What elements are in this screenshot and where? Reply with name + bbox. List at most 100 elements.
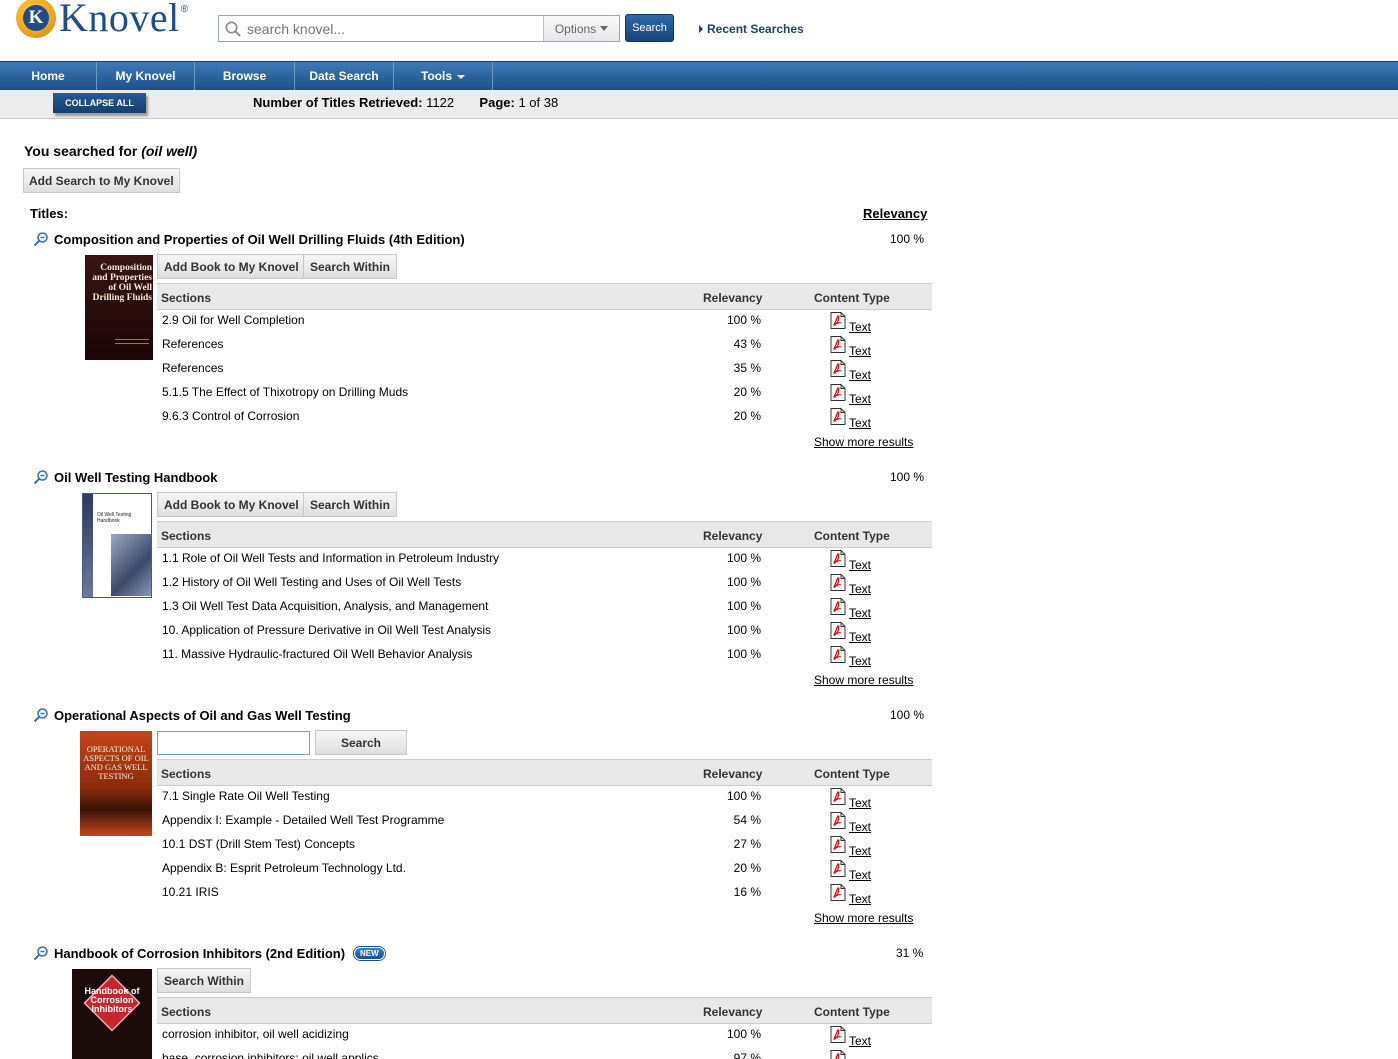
content-type-link[interactable]: Text: [830, 646, 871, 668]
section-relevancy: 20 %: [733, 409, 761, 423]
section-title[interactable]: 11. Massive Hydraulic-fractured Oil Well…: [162, 647, 472, 661]
section-title[interactable]: References: [162, 337, 223, 351]
show-more-results-link[interactable]: Show more results: [814, 435, 913, 449]
section-title[interactable]: Appendix B: Esprit Petroleum Technology …: [162, 861, 406, 875]
logo-text: Knovel: [59, 0, 180, 40]
section-title[interactable]: 10.21 IRIS: [162, 885, 219, 899]
section-title[interactable]: 10.1 DST (Drill Stem Test) Concepts: [162, 837, 355, 851]
col-sections: Sections: [161, 1005, 212, 1019]
zoom-icon[interactable]: [33, 945, 49, 961]
section-title[interactable]: 1.1 Role of Oil Well Tests and Informati…: [162, 551, 499, 565]
zoom-icon[interactable]: [33, 469, 49, 485]
recent-searches-link[interactable]: Recent Searches: [699, 22, 804, 36]
search-query: (oil well): [141, 143, 198, 159]
table-row: 1.2 History of Oil Well Testing and Uses…: [157, 572, 932, 596]
table-row: 1.3 Oil Well Test Data Acquisition, Anal…: [157, 596, 932, 620]
nav-home[interactable]: Home: [0, 62, 97, 90]
collapse-all-button[interactable]: COLLAPSE ALL: [53, 93, 146, 113]
section-relevancy: 16 %: [733, 885, 761, 899]
content-type-link[interactable]: Text: [830, 312, 871, 334]
table-row: 5.1.5 The Effect of Thixotropy on Drilli…: [157, 382, 932, 406]
content-type-link[interactable]: Text: [830, 550, 871, 572]
section-title[interactable]: 2.9 Oil for Well Completion: [162, 313, 305, 327]
book-cover[interactable]: Composition and Properties of Oil Well D…: [85, 255, 153, 360]
book-cover[interactable]: OPERATIONAL ASPECTS OF OIL AND GAS WELL …: [80, 731, 152, 836]
results-toolbar: COLLAPSE ALL Number of Titles Retrieved:…: [0, 90, 1398, 119]
table-row: Appendix B: Esprit Petroleum Technology …: [157, 858, 932, 882]
nav-tools-label: Tools: [420, 69, 453, 83]
logo-k-icon: K: [16, 0, 56, 38]
nav-data-search[interactable]: Data Search: [295, 62, 394, 90]
sections-table: Sections Relevancy Content Type corrosio…: [157, 997, 932, 1059]
book-cover[interactable]: Oil Well Testing Handbook: [82, 493, 152, 598]
add-book-to-my-knovel-button[interactable]: Add Book to My Knovel: [157, 254, 306, 279]
section-title[interactable]: 7.1 Single Rate Oil Well Testing: [162, 789, 330, 803]
search-input[interactable]: [247, 16, 543, 41]
table-row: References 35 % Text: [157, 358, 932, 382]
search-within-button[interactable]: Search Within: [303, 254, 397, 279]
add-book-to-my-knovel-button[interactable]: Add Book to My Knovel: [157, 492, 306, 517]
section-title[interactable]: 1.3 Oil Well Test Data Acquisition, Anal…: [162, 599, 488, 613]
pdf-icon: [830, 622, 846, 639]
content-type-link[interactable]: Text: [830, 384, 871, 406]
content-type-link[interactable]: Text: [830, 360, 871, 382]
sections-table-header: Sections Relevancy Content Type: [157, 283, 932, 310]
nav-browse[interactable]: Browse: [195, 62, 295, 90]
table-row: 10.1 DST (Drill Stem Test) Concepts 27 % T…: [157, 834, 932, 858]
pdf-icon: [830, 550, 846, 567]
sections-table: Sections Relevancy Content Type 1.1 Role…: [157, 521, 932, 668]
table-row: base, corrosion inhibitors: oil well app…: [157, 1048, 932, 1059]
content-type-link[interactable]: Text: [830, 574, 871, 596]
nav-tools[interactable]: Tools: [394, 62, 493, 90]
content-type-link[interactable]: Text: [830, 1026, 871, 1048]
content-type-link[interactable]: Text: [830, 788, 871, 810]
section-title[interactable]: References: [162, 361, 223, 375]
content-type-link[interactable]: Text: [830, 836, 871, 858]
content-type-link[interactable]: Text: [830, 622, 871, 644]
book-result: Oil Well Testing Handbook 100 % Oil Well…: [0, 469, 940, 699]
knovel-logo[interactable]: K Knovel ®: [16, 0, 188, 40]
content-type-link[interactable]: Text: [830, 598, 871, 620]
relevancy-sort-link[interactable]: Relevancy: [863, 206, 927, 221]
content-type-link[interactable]: Text: [830, 812, 871, 834]
options-dropdown[interactable]: Options: [543, 16, 619, 41]
pdf-icon: [830, 384, 846, 401]
col-sections: Sections: [161, 529, 212, 543]
content-type-link[interactable]: Text: [830, 408, 871, 430]
show-more-results-link[interactable]: Show more results: [814, 911, 913, 925]
section-title[interactable]: Appendix I: Example - Detailed Well Test…: [162, 813, 444, 827]
section-title[interactable]: 9.6.3 Control of Corrosion: [162, 409, 299, 423]
sections-table: Sections Relevancy Content Type 7.1 Sing…: [157, 759, 932, 906]
section-relevancy: 43 %: [733, 337, 761, 351]
search-within-button[interactable]: Search Within: [157, 968, 251, 993]
content-type-link[interactable]: Text: [830, 336, 871, 358]
section-title[interactable]: 1.2 History of Oil Well Testing and Uses…: [162, 575, 461, 589]
nav-my-knovel[interactable]: My Knovel: [97, 62, 195, 90]
search-within-input[interactable]: [157, 731, 310, 755]
section-title[interactable]: 5.1.5 The Effect of Thixotropy on Drilli…: [162, 385, 408, 399]
search-button[interactable]: Search: [625, 14, 674, 42]
show-more-results-link[interactable]: Show more results: [814, 673, 913, 687]
book-title[interactable]: Oil Well Testing Handbook: [54, 470, 217, 485]
content-type-link[interactable]: Text: [830, 1050, 871, 1059]
main-nav: Home My Knovel Browse Data Search Tools: [0, 61, 1398, 90]
section-title[interactable]: corrosion inhibitor, oil well acidizing: [162, 1027, 349, 1041]
content-type-link[interactable]: Text: [830, 884, 871, 906]
pdf-icon: [830, 360, 846, 377]
section-title[interactable]: 10. Application of Pressure Derivative i…: [162, 623, 491, 637]
book-cover[interactable]: Handbook of Corrosion Inhibitors: [72, 969, 152, 1059]
add-search-to-my-knovel-button[interactable]: Add Search to My Knovel: [23, 168, 180, 193]
table-row: 1.1 Role of Oil Well Tests and Informati…: [157, 548, 932, 572]
you-searched-prefix: You searched for: [24, 143, 138, 159]
book-relevancy: 100 %: [890, 470, 925, 484]
zoom-icon[interactable]: [33, 707, 49, 723]
book-title[interactable]: Operational Aspects of Oil and Gas Well …: [54, 708, 351, 723]
content-type-link[interactable]: Text: [830, 860, 871, 882]
book-title[interactable]: Handbook of Corrosion Inhibitors (2nd Ed…: [54, 946, 345, 961]
section-title[interactable]: base, corrosion inhibitors: oil well app…: [162, 1051, 379, 1059]
search-within-button[interactable]: Search Within: [303, 492, 397, 517]
book-title[interactable]: Composition and Properties of Oil Well D…: [54, 232, 465, 247]
search-within-button[interactable]: Search: [315, 730, 407, 755]
zoom-icon[interactable]: [33, 231, 49, 247]
col-relevancy: Relevancy: [703, 767, 763, 781]
